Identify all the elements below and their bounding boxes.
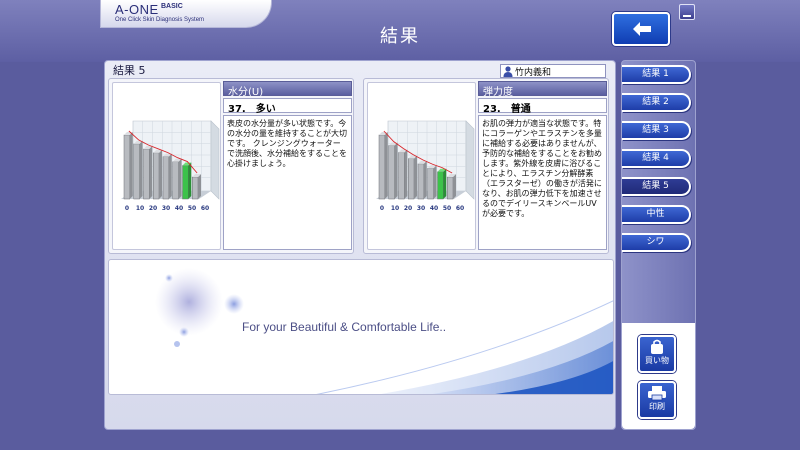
tab-result-2[interactable]: 結果 2	[622, 93, 691, 112]
chart-bar	[427, 165, 437, 200]
minimize-icon	[683, 15, 691, 17]
elasticity-description: お肌の弾力が適当な状態です。特にコラーゲンやエラスチンを多量に補給する必要はあり…	[478, 115, 607, 250]
chart-bar	[192, 174, 201, 200]
logo-main-text: A-ONE	[115, 2, 159, 17]
results-sidebar: 結果 1 結果 2 結果 3 結果 4 結果 5 中性 シワ 買い物 印刷	[621, 60, 696, 430]
chart-bar	[162, 153, 172, 200]
chart-bar	[398, 149, 408, 200]
chart-bar	[123, 132, 133, 200]
chart-bar	[417, 160, 427, 200]
chart-side-wall	[210, 120, 220, 200]
chart-x-tick: 20	[404, 205, 412, 212]
tab-result-4[interactable]: 結果 4	[622, 149, 691, 168]
banner-slogan: For your Beautiful & Comfortable Life..	[242, 320, 447, 334]
chart-side-wall	[465, 120, 475, 200]
chart-bar	[408, 155, 417, 200]
chart-x-tick: 40	[430, 205, 438, 212]
promo-banner: For your Beautiful & Comfortable Life..	[108, 259, 614, 395]
chart-x-tick: 50	[188, 205, 196, 212]
user-name: 竹内義和	[515, 68, 552, 78]
page-title: 結果	[380, 26, 420, 47]
chart-x-tick: 20	[149, 205, 157, 212]
chart-bar	[133, 140, 143, 200]
chart-bar	[378, 132, 388, 200]
back-button[interactable]	[612, 12, 670, 46]
chart-x-tick: 50	[443, 205, 451, 212]
chart-x-tick: 60	[201, 205, 209, 212]
sidebar-action-area: 買い物 印刷	[622, 323, 695, 429]
moisture-chart: 574737240102030405060	[112, 82, 229, 250]
results-heading: 結果 5	[113, 64, 146, 77]
chart-bar	[437, 168, 447, 200]
chart-x-tick: 40	[175, 205, 183, 212]
chart-bar	[447, 174, 456, 200]
chart-x-tick: 0	[125, 205, 129, 212]
chart-bar	[153, 149, 162, 200]
tab-result-3[interactable]: 結果 3	[622, 121, 691, 140]
arrow-left-icon	[633, 22, 651, 36]
elasticity-result-card: 75554535250102030405060 弾力度 23. 普通 お肌の弾力…	[363, 78, 609, 254]
elasticity-title: 弾力度	[478, 81, 607, 98]
user-icon	[503, 66, 513, 77]
moisture-score: 37. 多い	[223, 98, 352, 115]
elasticity-chart: 75554535250102030405060	[367, 82, 484, 250]
chart-x-tick: 30	[417, 205, 425, 212]
tab-wrinkles[interactable]: シワ	[622, 233, 691, 252]
results-panel: 結果 5 竹内義和 574737240102030405060 水分(U) 37…	[104, 60, 616, 430]
chart-x-tick: 60	[456, 205, 464, 212]
header-bar: A-ONE BASIC One Click Skin Diagnosis Sys…	[0, 0, 800, 62]
chart-bar	[172, 158, 182, 200]
printer-icon	[648, 386, 666, 401]
shopping-label: 買い物	[645, 356, 669, 365]
tab-result-1[interactable]: 結果 1	[622, 65, 691, 84]
logo-edition-text: BASIC	[161, 3, 183, 10]
chart-bar	[388, 142, 398, 200]
chart-bar	[143, 146, 153, 200]
moisture-title: 水分(U)	[223, 81, 352, 98]
shopping-bag-icon	[651, 339, 663, 354]
chart-x-tick: 0	[380, 205, 384, 212]
chart-bar	[182, 162, 192, 200]
chart-x-tick: 10	[391, 205, 399, 212]
minimize-button[interactable]	[679, 4, 695, 20]
moisture-result-card: 574737240102030405060 水分(U) 37. 多い 表皮の水分…	[108, 78, 354, 254]
shopping-button[interactable]: 買い物	[638, 335, 676, 373]
moisture-description: 表皮の水分量が多い状態です。今の水分の量を維持することが大切です。 クレンジング…	[223, 115, 352, 250]
print-label: 印刷	[649, 402, 665, 411]
tab-neutral[interactable]: 中性	[622, 205, 691, 224]
chart-x-tick: 30	[162, 205, 170, 212]
tab-result-5[interactable]: 結果 5	[622, 177, 691, 196]
chart-x-tick: 10	[136, 205, 144, 212]
elasticity-score: 23. 普通	[478, 98, 607, 115]
user-display: 竹内義和	[500, 64, 606, 78]
print-button[interactable]: 印刷	[638, 381, 676, 419]
